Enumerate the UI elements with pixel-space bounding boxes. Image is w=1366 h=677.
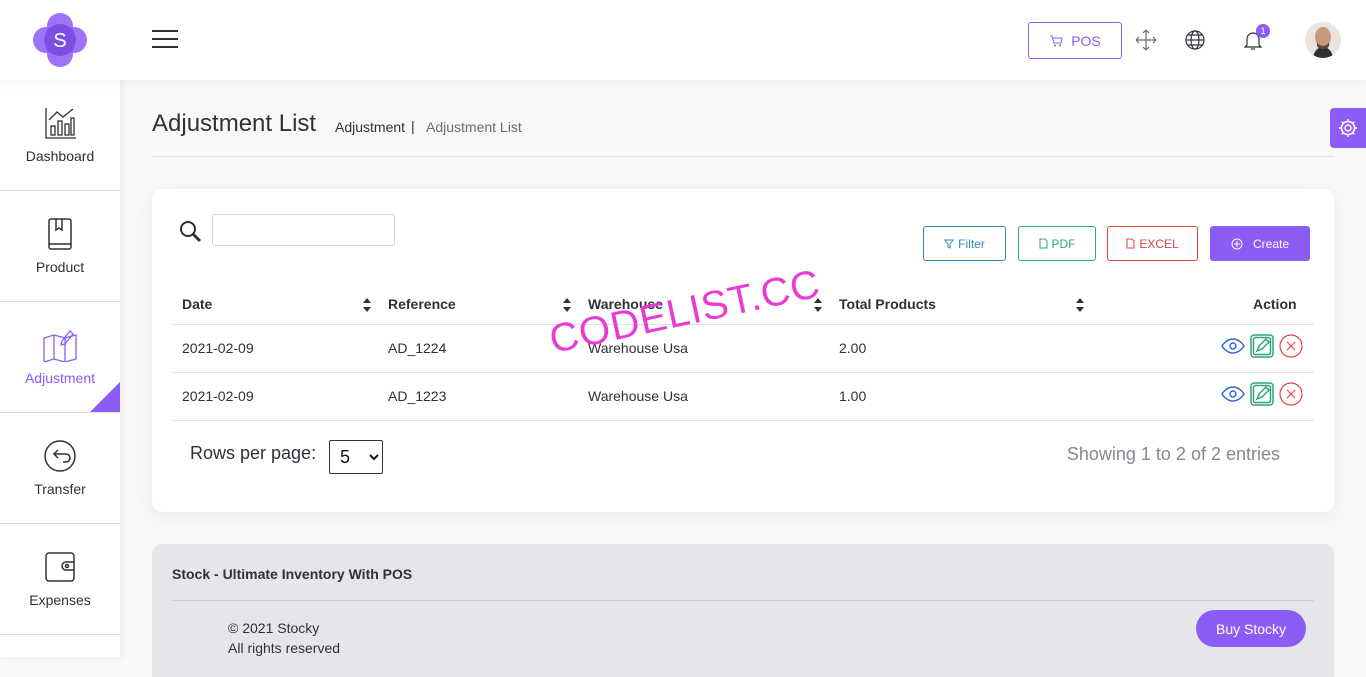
pdf-button[interactable]: PDF (1018, 226, 1096, 261)
cell-warehouse: Warehouse Usa (588, 340, 688, 356)
page-title: Adjustment List (152, 110, 317, 137)
transfer-arrow-icon (44, 440, 76, 472)
notification-badge: 1 (1256, 24, 1270, 38)
footer-copyright: © 2021 Stocky All rights reserved (228, 618, 340, 658)
sidebar: Dashboard Product Adjustment Transfer Ex… (0, 80, 120, 657)
pdf-label: PDF (1051, 236, 1076, 251)
delete-icon[interactable] (1279, 382, 1303, 406)
file-icon (1039, 238, 1047, 249)
eye-icon[interactable] (1221, 334, 1245, 358)
cell-total-products: 1.00 (839, 388, 867, 404)
buy-button[interactable]: Buy Stocky (1196, 610, 1306, 647)
cell-total-products: 2.00 (839, 340, 867, 356)
globe-icon[interactable] (1183, 28, 1207, 52)
sidebar-item-label: Expenses (29, 592, 91, 608)
pos-button[interactable]: POS (1028, 22, 1122, 59)
fullscreen-icon[interactable] (1134, 28, 1158, 52)
cell-reference: AD_1223 (388, 388, 447, 404)
search-input[interactable] (212, 214, 395, 246)
rights-text: All rights reserved (228, 640, 341, 656)
pagination-info: Showing 1 to 2 of 2 entries (1066, 444, 1280, 464)
sort-icon[interactable] (562, 297, 572, 313)
logo-letter: S (53, 30, 66, 52)
sidebar-item-product[interactable]: Product (0, 191, 120, 302)
filter-label: Filter (958, 236, 985, 251)
cell-reference: AD_1224 (388, 340, 447, 356)
excel-button[interactable]: EXCEL (1107, 226, 1198, 261)
breadcrumb-current: Adjustment List (426, 119, 522, 135)
gear-icon (1339, 119, 1357, 137)
column-header-total-products[interactable]: Total Products (839, 296, 936, 312)
sidebar-item-label: Transfer (34, 481, 86, 497)
avatar[interactable] (1305, 22, 1341, 58)
sidebar-item-expenses[interactable]: Expenses (0, 524, 120, 635)
sidebar-item-label: Adjustment (24, 370, 96, 386)
wallet-icon (45, 552, 75, 582)
settings-panel-toggle[interactable] (1330, 108, 1366, 148)
cart-icon (1050, 35, 1063, 46)
footer-title: Stock - Ultimate Inventory With POS (172, 566, 413, 582)
divider (172, 324, 1314, 325)
cell-date: 2021-02-09 (182, 340, 254, 356)
top-navbar: S POS 1 (0, 0, 1366, 80)
pos-label: POS (1071, 32, 1101, 49)
sidebar-item-label: Dashboard (25, 148, 95, 164)
sort-icon[interactable] (1075, 297, 1085, 313)
create-button[interactable]: Create (1210, 226, 1310, 261)
divider (172, 600, 1314, 601)
divider (172, 420, 1314, 421)
sidebar-item-adjustment[interactable]: Adjustment (0, 302, 120, 413)
edit-icon[interactable] (1250, 382, 1274, 406)
book-icon (48, 218, 72, 250)
map-pencil-icon (43, 330, 77, 362)
edit-icon[interactable] (1250, 334, 1274, 358)
filter-button[interactable]: Filter (923, 226, 1006, 261)
breadcrumb-separator: | (411, 118, 415, 134)
footer: Stock - Ultimate Inventory With POS © 20… (152, 544, 1334, 677)
adjustment-card: Filter PDF EXCEL Create Date Reference W… (152, 189, 1334, 512)
delete-icon[interactable] (1279, 334, 1303, 358)
column-header-warehouse[interactable]: Warehouse (588, 296, 663, 312)
plus-circle-icon (1231, 238, 1243, 249)
logo[interactable]: S (30, 10, 90, 70)
cell-warehouse: Warehouse Usa (588, 388, 688, 404)
sort-icon[interactable] (813, 297, 823, 313)
sidebar-item-transfer[interactable]: Transfer (0, 413, 120, 524)
column-header-date[interactable]: Date (182, 296, 212, 312)
sidebar-item-dashboard[interactable]: Dashboard (0, 80, 120, 191)
breadcrumb-parent[interactable]: Adjustment (335, 119, 405, 135)
column-header-reference[interactable]: Reference (388, 296, 456, 312)
filter-icon (944, 239, 955, 249)
copyright-text: © 2021 Stocky (228, 620, 320, 636)
sort-icon[interactable] (362, 297, 372, 313)
search-icon (178, 219, 204, 245)
rows-per-page-select[interactable]: 5 (329, 440, 383, 474)
menu-toggle-icon[interactable] (152, 30, 178, 50)
divider (172, 372, 1314, 373)
cell-date: 2021-02-09 (182, 388, 254, 404)
sidebar-item-label: Product (35, 259, 85, 275)
column-header-action: Action (1253, 296, 1297, 312)
rows-per-page-label: Rows per page: (190, 443, 317, 463)
create-label: Create (1252, 236, 1290, 251)
file-icon (1126, 238, 1135, 249)
excel-label: EXCEL (1139, 236, 1179, 251)
chart-icon (45, 108, 76, 139)
eye-icon[interactable] (1221, 382, 1245, 406)
divider (152, 156, 1334, 157)
